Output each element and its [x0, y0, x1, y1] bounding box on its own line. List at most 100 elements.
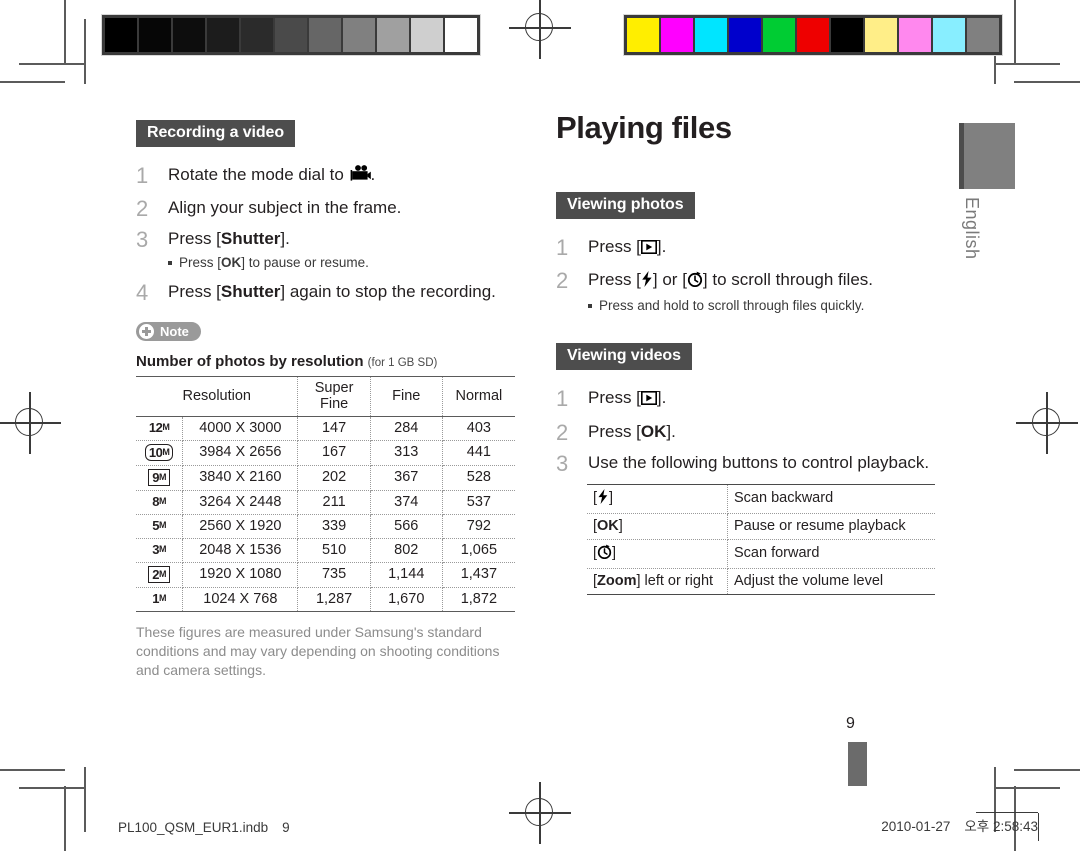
table-row: 12M 4000 X 3000 147 284 403: [136, 416, 515, 441]
calibration-swatch: [899, 18, 931, 52]
playback-button-key: []: [587, 483, 728, 514]
calibration-swatch: [309, 18, 341, 52]
playback-controls-table: [] Scan backward [OK] Pause or resume playb…: [587, 483, 935, 595]
count-normal: 1,437: [442, 562, 515, 588]
subnote-text-tail: ] to pause or resume.: [241, 255, 369, 271]
registration-mark-top: [509, 0, 571, 59]
count-super-fine: 147: [297, 416, 371, 441]
count-super-fine: 1,287: [297, 587, 371, 612]
step-item: 1 Press [].: [556, 386, 946, 412]
count-normal: 441: [442, 440, 515, 466]
grayscale-calibration-bar: [101, 14, 481, 56]
step-item: 2 Align your subject in the frame.: [136, 196, 531, 221]
table-fineprint: These figures are measured under Samsung…: [136, 623, 500, 679]
step-text: Rotate the mode dial to: [168, 165, 349, 184]
count-fine: 566: [370, 514, 443, 539]
key-label: OK: [597, 517, 619, 534]
table-row: 10M 3984 X 2656 167 313 441: [136, 440, 515, 466]
playback-button-key: [Zoom] left or right: [587, 568, 728, 595]
step-item: 3 Use the following buttons to control p…: [556, 451, 946, 476]
calibration-swatch: [411, 18, 443, 52]
step-number: 2: [556, 268, 569, 294]
resolution-dimensions: 2560 X 1920: [182, 514, 299, 539]
side-tab-block: [959, 123, 1015, 189]
playback-action-description: Scan backward: [727, 483, 935, 514]
count-normal: 1,065: [442, 538, 515, 563]
step-item: 2 Press [OK].: [556, 420, 946, 445]
column-header-fine: Fine: [370, 375, 443, 417]
table-body: 12M 4000 X 3000 147 284 403 10M 3984 X 2656 167…: [136, 416, 515, 612]
left-column: Recording a video 1 Rotate the mode dial…: [136, 120, 531, 681]
step-text: Press [: [588, 421, 641, 441]
step-subnote: Press [OK] to pause or resume.: [168, 254, 531, 272]
calibration-swatch: [275, 18, 307, 52]
step-text: Press [: [168, 229, 221, 249]
count-super-fine: 202: [297, 465, 371, 491]
page-title: Playing files: [556, 110, 732, 145]
crop-mark-top-left-inner-v: [84, 19, 86, 84]
step-subnote: Press and hold to scroll through files q…: [588, 297, 946, 315]
playback-button-key: [OK]: [587, 513, 728, 540]
table-body: [] Scan backward [OK] Pause or resume playb…: [587, 483, 935, 595]
table-row: [Zoom] left or right Adjust the volume le…: [587, 568, 935, 595]
calibration-swatch: [105, 18, 137, 52]
step-item: 1 Rotate the mode dial to .: [136, 163, 531, 189]
key-label: Zoom: [597, 572, 637, 589]
footer-date: 2010-01-27: [881, 819, 951, 834]
calibration-swatch: [207, 18, 239, 52]
step-text: Align your subject in the frame.: [168, 198, 402, 218]
table-row: 2M 1920 X 1080 735 1,144 1,437: [136, 562, 515, 588]
step-text-tail: ].: [656, 388, 667, 408]
table-row: 8M 3264 X 2448 211 374 537: [136, 490, 515, 515]
count-fine: 374: [370, 490, 443, 515]
language-side-tab: English: [959, 123, 1015, 260]
crop-mark-bottom-left-h: [0, 769, 65, 771]
column-header-super-fine: Super Fine: [297, 375, 371, 417]
step-text: Press [: [588, 237, 641, 256]
note-badge-label: Note: [160, 323, 189, 339]
step-item: 4 Press [Shutter] again to stop the reco…: [136, 280, 531, 305]
crop-mark-bottom-right-h: [1014, 769, 1080, 771]
crop-mark-bottom-left-inner-h: [19, 787, 84, 789]
crop-mark-top-right-h: [1014, 81, 1080, 83]
resolution-code-icon: 5M: [136, 514, 184, 539]
crop-mark-top-right-inner-h: [994, 63, 1060, 65]
resolution-code-icon: 9M: [136, 465, 184, 491]
count-normal: 537: [442, 490, 515, 515]
step-number: 1: [556, 386, 569, 412]
footer-tick-mark: [1037, 813, 1039, 841]
resolution-code-icon: 10M: [136, 440, 184, 466]
resolution-code: 8M: [152, 493, 166, 509]
table-row: [] Scan backward: [587, 483, 935, 514]
calibration-swatch: [445, 18, 477, 52]
step-key-ok: OK: [640, 421, 667, 441]
calibration-swatch: [343, 18, 375, 52]
step-text-tail: ] again to stop the recording.: [280, 281, 496, 301]
footer-time: 2:58:43: [992, 819, 1038, 834]
count-normal: 792: [442, 514, 515, 539]
step-number: 1: [556, 235, 569, 260]
page-thumb-bar: [848, 742, 867, 786]
table-row: 1M 1024 X 768 1,287 1,670 1,872: [136, 587, 515, 612]
right-column: Playing files Viewing photos 1 Press [].…: [556, 110, 946, 595]
side-tab-language-label: English: [962, 197, 982, 260]
count-normal: 1,872: [442, 587, 515, 612]
step-text-tail: ].: [280, 229, 290, 249]
registration-mark-bottom: [509, 782, 571, 844]
calibration-swatch: [967, 18, 999, 52]
count-fine: 802: [370, 538, 443, 563]
count-super-fine: 510: [297, 538, 371, 563]
crop-mark-top-left-inner-h: [19, 63, 84, 65]
resolution-code-icon: 1M: [136, 587, 184, 612]
calibration-swatch: [695, 18, 727, 52]
count-fine: 1,144: [370, 562, 443, 588]
recording-a-video-steps: 1 Rotate the mode dial to . 2 Align your…: [136, 163, 531, 305]
calibration-swatch: [377, 18, 409, 52]
calibration-swatch: [729, 18, 761, 52]
step-key-shutter: Shutter: [220, 229, 281, 249]
color-calibration-bar: [623, 14, 1003, 56]
footer-left: PL100_QSM_EUR1.indb 9: [118, 820, 290, 835]
footer-rule-mark: [976, 811, 1038, 813]
resolution-dimensions: 3840 X 2160: [182, 465, 299, 491]
calibration-swatch: [763, 18, 795, 52]
